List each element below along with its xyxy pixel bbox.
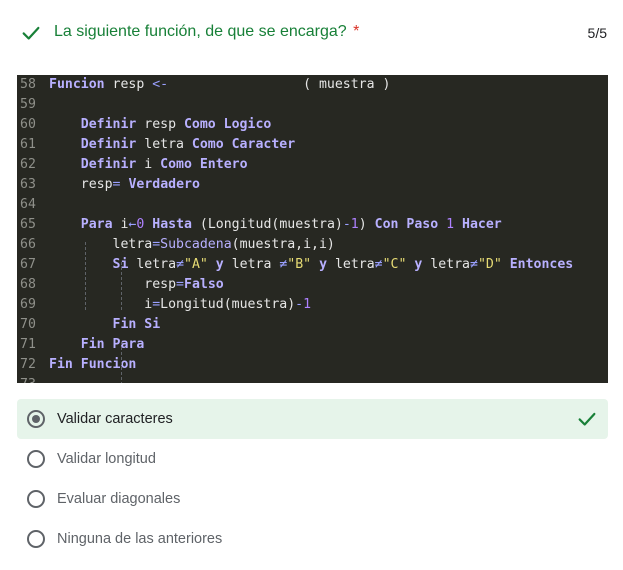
correct-check-icon	[578, 412, 596, 426]
line-number: 59	[20, 97, 36, 112]
line-number: 61	[20, 137, 36, 152]
line-number: 70	[20, 317, 36, 332]
code-text: Si letra≠"A" y letra ≠"B" y letra≠"C" y …	[112, 257, 574, 272]
line-number: 65	[20, 217, 36, 232]
answer-option-label: Validar caracteres	[57, 411, 173, 427]
radio-unchecked-icon[interactable]	[27, 490, 45, 508]
code-text: resp=Falso	[49, 277, 224, 292]
radio-dot-icon	[32, 415, 40, 423]
radio-unchecked-icon[interactable]	[27, 450, 45, 468]
line-number: 58	[20, 77, 36, 92]
score-label: 5/5	[587, 25, 607, 41]
indent-guide	[121, 342, 122, 383]
radio-checked-icon[interactable]	[27, 410, 45, 428]
line-number: 62	[20, 157, 36, 172]
answer-option-label: Evaluar diagonales	[57, 491, 181, 507]
radio-unchecked-icon[interactable]	[27, 530, 45, 548]
code-text: Fin Si	[112, 317, 161, 332]
code-text: resp= Verdadero	[49, 177, 200, 192]
line-number: 67	[20, 257, 36, 272]
code-text: Definir resp Como Logico	[80, 117, 272, 132]
line-number: 66	[20, 237, 36, 252]
question-text: La siguiente función, de que se encarga?	[54, 23, 347, 40]
code-text: letra=Subcadena(muestra,i,i)	[49, 237, 335, 252]
answer-option[interactable]: Validar longitud	[17, 439, 608, 479]
answer-option[interactable]: Validar caracteres	[17, 399, 608, 439]
line-number: 69	[20, 297, 36, 312]
code-block: 58 Funcion resp <- ( muestra ) 59 60 Defini…	[17, 75, 608, 383]
line-number: 63	[20, 177, 36, 192]
line-number: 60	[20, 117, 36, 132]
line-number: 72	[20, 357, 36, 372]
question-title: La siguiente función, de que se encarga?…	[54, 23, 359, 41]
answer-option[interactable]: Ninguna de las anteriores	[17, 519, 608, 559]
indent-guide	[85, 242, 86, 310]
code-text: i=Longitud(muestra)-1	[49, 297, 312, 312]
line-number: 64	[20, 197, 36, 212]
line-number: 68	[20, 277, 36, 292]
code-text: Para i←0 Hasta (Longitud(muestra)-1) Con…	[80, 217, 502, 232]
check-icon	[22, 26, 40, 40]
required-asterisk: *	[353, 23, 360, 40]
answer-option[interactable]: Evaluar diagonales	[17, 479, 608, 519]
line-number: 73	[20, 375, 46, 383]
code-text: Fin Para	[80, 337, 145, 352]
indent-guide	[121, 262, 122, 310]
answer-option-label: Validar longitud	[57, 451, 156, 467]
code-text: Funcion resp <- ( muestra )	[49, 77, 391, 92]
code-text: Definir letra Como Caracter	[80, 137, 296, 152]
answer-option-label: Ninguna de las anteriores	[57, 531, 223, 547]
code-text: Definir i Como Entero	[80, 157, 248, 172]
question-header: La siguiente función, de que se encarga?…	[0, 0, 623, 66]
code-text: Fin Funcion	[49, 357, 137, 372]
line-number: 71	[20, 337, 36, 352]
